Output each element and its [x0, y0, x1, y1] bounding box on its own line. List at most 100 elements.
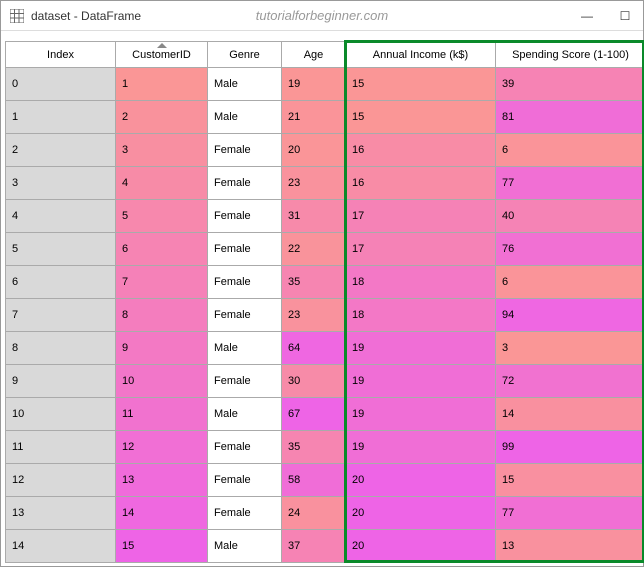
- index-cell[interactable]: 9: [6, 365, 116, 398]
- data-cell[interactable]: 94: [496, 299, 644, 332]
- table-row[interactable]: 56Female221776: [6, 233, 644, 266]
- table-row[interactable]: 45Female311740: [6, 200, 644, 233]
- col-header-income[interactable]: Annual Income (k$): [346, 42, 496, 68]
- data-cell[interactable]: 72: [496, 365, 644, 398]
- table-row[interactable]: 23Female20166: [6, 134, 644, 167]
- data-cell[interactable]: 19: [282, 68, 346, 101]
- index-cell[interactable]: 8: [6, 332, 116, 365]
- data-cell[interactable]: 13: [496, 530, 644, 563]
- data-cell[interactable]: 6: [496, 134, 644, 167]
- table-row[interactable]: 34Female231677: [6, 167, 644, 200]
- data-cell[interactable]: 14: [116, 497, 208, 530]
- data-cell[interactable]: 77: [496, 167, 644, 200]
- data-cell[interactable]: Female: [208, 464, 282, 497]
- data-cell[interactable]: 31: [282, 200, 346, 233]
- data-cell[interactable]: 15: [496, 464, 644, 497]
- data-cell[interactable]: 35: [282, 266, 346, 299]
- data-cell[interactable]: 23: [282, 167, 346, 200]
- data-cell[interactable]: 19: [346, 332, 496, 365]
- data-cell[interactable]: Female: [208, 233, 282, 266]
- data-cell[interactable]: 17: [346, 233, 496, 266]
- data-cell[interactable]: 16: [346, 167, 496, 200]
- data-cell[interactable]: 11: [116, 398, 208, 431]
- index-cell[interactable]: 12: [6, 464, 116, 497]
- data-cell[interactable]: 17: [346, 200, 496, 233]
- index-cell[interactable]: 0: [6, 68, 116, 101]
- data-cell[interactable]: Male: [208, 398, 282, 431]
- table-row[interactable]: 1314Female242077: [6, 497, 644, 530]
- data-cell[interactable]: 20: [346, 530, 496, 563]
- data-cell[interactable]: 39: [496, 68, 644, 101]
- data-cell[interactable]: 5: [116, 200, 208, 233]
- data-cell[interactable]: 7: [116, 266, 208, 299]
- data-cell[interactable]: 64: [282, 332, 346, 365]
- data-cell[interactable]: 3: [496, 332, 644, 365]
- data-cell[interactable]: 15: [346, 101, 496, 134]
- data-cell[interactable]: 30: [282, 365, 346, 398]
- table-row[interactable]: 01Male191539: [6, 68, 644, 101]
- data-cell[interactable]: 99: [496, 431, 644, 464]
- data-cell[interactable]: 6: [116, 233, 208, 266]
- data-cell[interactable]: 19: [346, 365, 496, 398]
- index-cell[interactable]: 3: [6, 167, 116, 200]
- data-cell[interactable]: 20: [346, 497, 496, 530]
- col-header-age[interactable]: Age: [282, 42, 346, 68]
- data-cell[interactable]: 76: [496, 233, 644, 266]
- data-cell[interactable]: 23: [282, 299, 346, 332]
- data-cell[interactable]: Male: [208, 68, 282, 101]
- data-cell[interactable]: 77: [496, 497, 644, 530]
- data-cell[interactable]: Female: [208, 299, 282, 332]
- data-cell[interactable]: 58: [282, 464, 346, 497]
- data-cell[interactable]: 37: [282, 530, 346, 563]
- data-cell[interactable]: 18: [346, 299, 496, 332]
- data-cell[interactable]: Female: [208, 431, 282, 464]
- data-cell[interactable]: 8: [116, 299, 208, 332]
- index-cell[interactable]: 6: [6, 266, 116, 299]
- data-cell[interactable]: 16: [346, 134, 496, 167]
- data-cell[interactable]: Female: [208, 167, 282, 200]
- table-row[interactable]: 1011Male671914: [6, 398, 644, 431]
- data-cell[interactable]: Female: [208, 134, 282, 167]
- data-cell[interactable]: 20: [346, 464, 496, 497]
- table-row[interactable]: 12Male211581: [6, 101, 644, 134]
- table-row[interactable]: 1112Female351999: [6, 431, 644, 464]
- table-row[interactable]: 78Female231894: [6, 299, 644, 332]
- data-cell[interactable]: Female: [208, 365, 282, 398]
- table-row[interactable]: 1415Male372013: [6, 530, 644, 563]
- data-cell[interactable]: 13: [116, 464, 208, 497]
- data-cell[interactable]: 67: [282, 398, 346, 431]
- index-cell[interactable]: 4: [6, 200, 116, 233]
- table-row[interactable]: 89Male64193: [6, 332, 644, 365]
- table-row[interactable]: 910Female301972: [6, 365, 644, 398]
- data-cell[interactable]: 35: [282, 431, 346, 464]
- data-cell[interactable]: 6: [496, 266, 644, 299]
- data-cell[interactable]: 2: [116, 101, 208, 134]
- data-cell[interactable]: 15: [346, 68, 496, 101]
- data-cell[interactable]: 22: [282, 233, 346, 266]
- data-cell[interactable]: 10: [116, 365, 208, 398]
- index-cell[interactable]: 5: [6, 233, 116, 266]
- data-cell[interactable]: 19: [346, 431, 496, 464]
- data-cell[interactable]: 19: [346, 398, 496, 431]
- data-cell[interactable]: 24: [282, 497, 346, 530]
- data-cell[interactable]: Male: [208, 530, 282, 563]
- data-cell[interactable]: 12: [116, 431, 208, 464]
- index-cell[interactable]: 10: [6, 398, 116, 431]
- data-cell[interactable]: 81: [496, 101, 644, 134]
- index-cell[interactable]: 2: [6, 134, 116, 167]
- data-cell[interactable]: 1: [116, 68, 208, 101]
- data-cell[interactable]: Female: [208, 266, 282, 299]
- table-row[interactable]: 1213Female582015: [6, 464, 644, 497]
- minimize-button[interactable]: —: [577, 6, 597, 26]
- data-cell[interactable]: Male: [208, 332, 282, 365]
- index-cell[interactable]: 13: [6, 497, 116, 530]
- data-cell[interactable]: 20: [282, 134, 346, 167]
- col-header-score[interactable]: Spending Score (1-100): [496, 42, 644, 68]
- col-header-index[interactable]: Index: [6, 42, 116, 68]
- data-cell[interactable]: 14: [496, 398, 644, 431]
- index-cell[interactable]: 11: [6, 431, 116, 464]
- index-cell[interactable]: 1: [6, 101, 116, 134]
- data-cell[interactable]: 4: [116, 167, 208, 200]
- data-cell[interactable]: 18: [346, 266, 496, 299]
- data-cell[interactable]: Female: [208, 497, 282, 530]
